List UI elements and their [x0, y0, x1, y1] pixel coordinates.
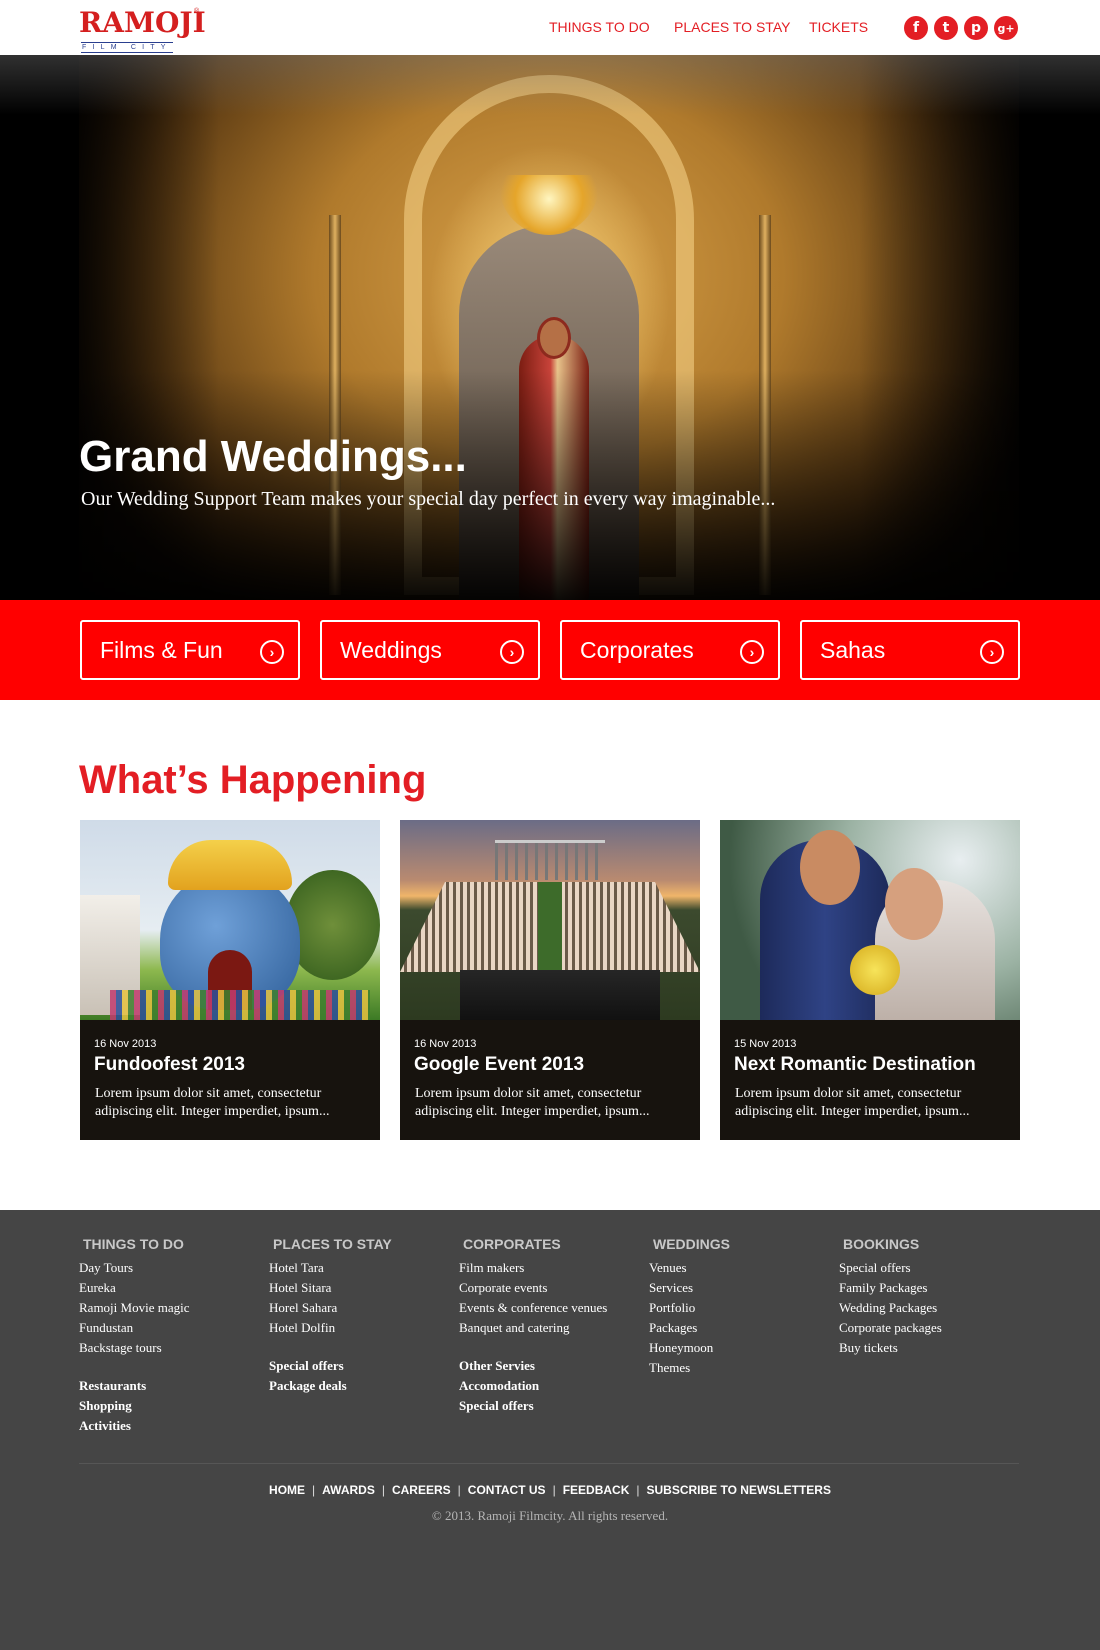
- bride-head: [537, 317, 571, 359]
- pinterest-icon[interactable]: p: [964, 16, 988, 40]
- footer-link[interactable]: Events & conference venues: [459, 1298, 607, 1318]
- footer-heading: CORPORATES: [463, 1236, 561, 1252]
- site-header: RAMOJI ® FILM CITY THINGS TO DO PLACES T…: [0, 0, 1100, 55]
- category-label: Films & Fun: [100, 637, 223, 663]
- footer-link[interactable]: Horel Sahara: [269, 1298, 392, 1318]
- logo-registered-mark: ®: [194, 8, 200, 15]
- chevron-right-icon: ›: [980, 640, 1004, 664]
- footer-link[interactable]: Fundustan: [79, 1318, 189, 1338]
- event-image: [720, 820, 1020, 1020]
- hero-image: [79, 55, 1019, 600]
- google-plus-icon[interactable]: g+: [994, 16, 1018, 40]
- footer-nav-home[interactable]: HOME: [269, 1483, 305, 1497]
- footer-heading: THINGS TO DO: [83, 1236, 184, 1252]
- footer-link[interactable]: Corporate events: [459, 1278, 607, 1298]
- footer-link[interactable]: Special offers: [839, 1258, 942, 1278]
- nav-tickets[interactable]: TICKETS: [809, 19, 868, 35]
- footer-link-bold[interactable]: Restaurants: [79, 1376, 189, 1396]
- footer-divider: [79, 1463, 1019, 1464]
- event-title[interactable]: Next Romantic Destination: [734, 1054, 976, 1076]
- chevron-right-icon: ›: [740, 640, 764, 664]
- footer-link-bold[interactable]: Shopping: [79, 1396, 189, 1416]
- category-corporates-button[interactable]: Corporates ›: [560, 620, 780, 680]
- footer-link-bold[interactable]: Accomodation: [459, 1376, 607, 1396]
- footer-link[interactable]: Hotel Dolfin: [269, 1318, 392, 1338]
- category-band: Films & Fun › Weddings › Corporates › Sa…: [0, 600, 1100, 700]
- footer-link[interactable]: Services: [649, 1278, 730, 1298]
- hero-subtitle: Our Wedding Support Team makes your spec…: [81, 488, 776, 510]
- event-title[interactable]: Google Event 2013: [414, 1054, 584, 1076]
- event-card-fundoofest[interactable]: 16 Nov 2013 Fundoofest 2013 Lorem ipsum …: [80, 820, 380, 1140]
- category-films-fun-button[interactable]: Films & Fun ›: [80, 620, 300, 680]
- facebook-icon[interactable]: f: [904, 16, 928, 40]
- footer-heading: PLACES TO STAY: [273, 1236, 392, 1252]
- ramoji-logo[interactable]: RAMOJI ® FILM CITY: [79, 6, 206, 53]
- footer-nav-careers[interactable]: CAREERS: [392, 1483, 451, 1497]
- footer-link-bold[interactable]: Activities: [79, 1416, 189, 1436]
- footer-column-places-to-stay: PLACES TO STAY Hotel Tara Hotel Sitara H…: [269, 1236, 392, 1396]
- footer-heading: BOOKINGS: [843, 1236, 920, 1252]
- event-date: 16 Nov 2013: [94, 1038, 157, 1050]
- twitter-icon[interactable]: t: [934, 16, 958, 40]
- footer-link-bold[interactable]: Other Servies: [459, 1356, 607, 1376]
- footer-link[interactable]: Backstage tours: [79, 1338, 189, 1358]
- footer-nav-feedback[interactable]: FEEDBACK: [563, 1483, 630, 1497]
- category-label: Weddings: [340, 637, 442, 663]
- footer-link[interactable]: Venues: [649, 1258, 730, 1278]
- footer-link-bold[interactable]: Special offers: [459, 1396, 607, 1416]
- footer-link[interactable]: Honeymoon: [649, 1338, 730, 1358]
- nav-places-to-stay[interactable]: PLACES TO STAY: [674, 19, 790, 35]
- category-sahas-button[interactable]: Sahas ›: [800, 620, 1020, 680]
- footer-link[interactable]: Ramoji Movie magic: [79, 1298, 189, 1318]
- footer-nav-contact-us[interactable]: CONTACT US: [468, 1483, 546, 1497]
- footer-link[interactable]: Banquet and catering: [459, 1318, 607, 1338]
- footer-link[interactable]: Eureka: [79, 1278, 189, 1298]
- footer-link[interactable]: Film makers: [459, 1258, 607, 1278]
- event-title[interactable]: Fundoofest 2013: [94, 1054, 245, 1076]
- footer-link[interactable]: Corporate packages: [839, 1318, 942, 1338]
- chevron-right-icon: ›: [500, 640, 524, 664]
- event-image: [400, 820, 700, 1020]
- category-label: Corporates: [580, 637, 694, 663]
- event-description: Lorem ipsum dolor sit amet, consectetur …: [735, 1086, 970, 1119]
- event-image: [80, 820, 380, 1020]
- event-description: Lorem ipsum dolor sit amet, consectetur …: [95, 1086, 330, 1119]
- footer-heading: WEDDINGS: [653, 1236, 730, 1252]
- category-weddings-button[interactable]: Weddings ›: [320, 620, 540, 680]
- footer-column-corporates: CORPORATES Film makers Corporate events …: [459, 1236, 607, 1416]
- footer-nav-subscribe[interactable]: SUBSCRIBE TO NEWSLETTERS: [646, 1483, 830, 1497]
- category-label: Sahas: [820, 637, 886, 663]
- logo-tagline: FILM CITY: [81, 42, 173, 53]
- copyright-text: © 2013. Ramoji Filmcity. All rights rese…: [431, 1508, 669, 1523]
- footer-link[interactable]: Family Packages: [839, 1278, 942, 1298]
- event-date: 15 Nov 2013: [734, 1038, 797, 1050]
- hero-title: Grand Weddings...: [79, 432, 467, 481]
- event-date: 16 Nov 2013: [414, 1038, 477, 1050]
- section-title-whats-happening: What’s Happening: [79, 758, 427, 802]
- footer-link-bold[interactable]: Package deals: [269, 1376, 392, 1396]
- event-card-google-event[interactable]: 16 Nov 2013 Google Event 2013 Lorem ipsu…: [400, 820, 700, 1140]
- logo-wordmark: RAMOJI: [79, 6, 206, 39]
- footer-nav-awards[interactable]: AWARDS: [322, 1483, 375, 1497]
- footer-link[interactable]: Packages: [649, 1318, 730, 1338]
- event-description: Lorem ipsum dolor sit amet, consectetur …: [415, 1086, 650, 1119]
- footer-link[interactable]: Wedding Packages: [839, 1298, 942, 1318]
- footer-link[interactable]: Buy tickets: [839, 1338, 942, 1358]
- footer-link[interactable]: Themes: [649, 1358, 730, 1378]
- footer-link[interactable]: Hotel Sitara: [269, 1278, 392, 1298]
- footer-link[interactable]: Portfolio: [649, 1298, 730, 1318]
- footer-link-bold[interactable]: Special offers: [269, 1356, 392, 1376]
- chevron-right-icon: ›: [260, 640, 284, 664]
- footer-bottom-nav: HOME | AWARDS | CAREERS | CONTACT US | FEEDBACK |…: [269, 1483, 831, 1497]
- footer-link[interactable]: Hotel Tara: [269, 1258, 392, 1278]
- hero-banner: [0, 55, 1100, 600]
- nav-things-to-do[interactable]: THINGS TO DO: [549, 19, 650, 35]
- event-card-romantic-destination[interactable]: 15 Nov 2013 Next Romantic Destination Lo…: [720, 820, 1020, 1140]
- footer-column-bookings: BOOKINGS Special offers Family Packages …: [839, 1236, 942, 1358]
- footer-column-weddings: WEDDINGS Venues Services Portfolio Packa…: [649, 1236, 730, 1378]
- footer-link[interactable]: Day Tours: [79, 1258, 189, 1278]
- site-footer: THINGS TO DO Day Tours Eureka Ramoji Mov…: [0, 1210, 1100, 1650]
- footer-column-things-to-do: THINGS TO DO Day Tours Eureka Ramoji Mov…: [79, 1236, 189, 1436]
